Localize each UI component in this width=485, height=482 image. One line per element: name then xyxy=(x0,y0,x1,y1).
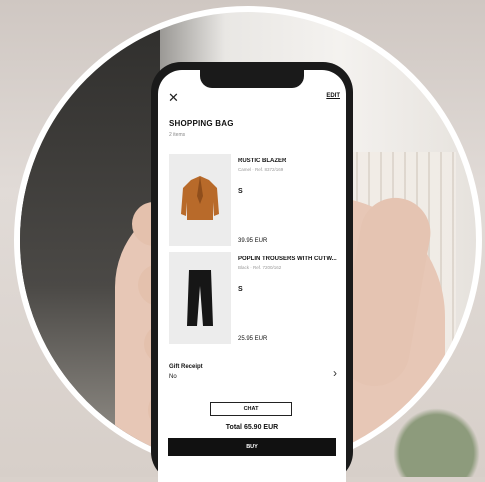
bag-item[interactable]: POPLIN TROUSERS WITH CUTW... Black · Ref… xyxy=(169,252,339,347)
gift-receipt-row[interactable]: Gift Receipt No › xyxy=(169,364,339,384)
phone-screen: ✕ EDIT SHOPPING BAG 2 items RUSTIC BLAZE… xyxy=(158,70,346,482)
close-icon[interactable]: ✕ xyxy=(168,90,179,106)
item-ref: Black · Ref. 7200/162 xyxy=(238,265,282,270)
item-name: POPLIN TROUSERS WITH CUTW... xyxy=(238,256,337,262)
chevron-right-icon: › xyxy=(333,366,337,380)
order-total: Total 65.90 EUR xyxy=(225,424,279,431)
buy-button[interactable]: BUY xyxy=(168,438,336,456)
gift-receipt-value: No xyxy=(169,374,177,380)
gift-receipt-label: Gift Receipt xyxy=(169,364,203,370)
item-count: 2 items xyxy=(169,132,186,138)
edit-button[interactable]: EDIT xyxy=(326,93,340,99)
bag-item[interactable]: RUSTIC BLAZER Camel · Ref. 8372/169 S 39… xyxy=(169,154,339,249)
item-name: RUSTIC BLAZER xyxy=(238,158,287,164)
blazer-image[interactable] xyxy=(169,154,231,246)
item-price: 25.95 EUR xyxy=(238,336,268,342)
top-bar: ✕ EDIT xyxy=(158,90,346,108)
item-size: S xyxy=(238,188,243,195)
item-size: S xyxy=(238,286,243,293)
phone-notch xyxy=(200,70,304,88)
phone: ✕ EDIT SHOPPING BAG 2 items RUSTIC BLAZE… xyxy=(151,62,353,482)
item-ref: Camel · Ref. 8372/169 xyxy=(238,167,284,172)
chat-button[interactable]: CHAT xyxy=(210,402,292,416)
page-title: SHOPPING BAG xyxy=(169,119,234,128)
item-price: 39.95 EUR xyxy=(238,238,268,244)
trousers-image[interactable] xyxy=(169,252,231,344)
